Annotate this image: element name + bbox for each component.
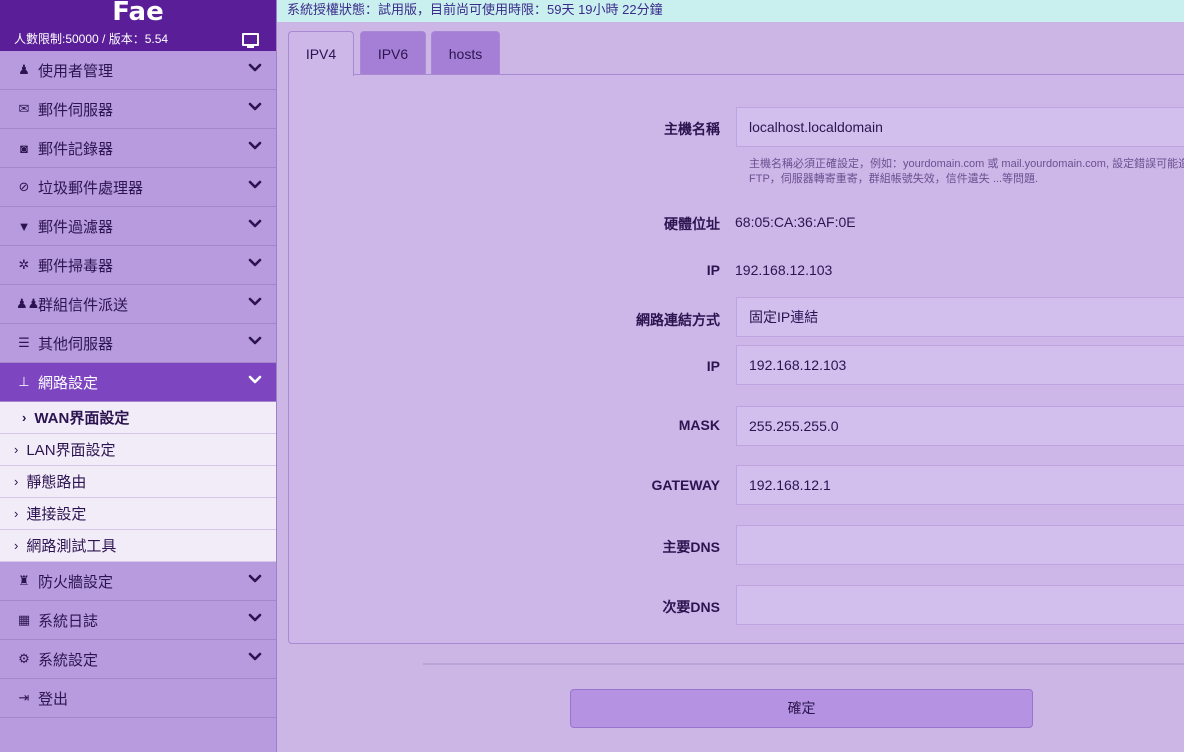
menu-item-label: 郵件過濾器 [38, 218, 114, 236]
submenu-item-label: LAN界面設定 [26, 442, 116, 459]
menu-item-label: 登出 [38, 690, 69, 708]
confirm-button[interactable]: 確定 [570, 689, 1033, 728]
cogs-icon: ⚙ [18, 651, 30, 666]
tab-ipv4[interactable]: IPV4 [288, 31, 354, 76]
camera-icon: ◙ [20, 140, 28, 156]
users-icon: ♟♟ [16, 296, 40, 311]
bug-icon: ✲ [18, 257, 30, 272]
chevron-down-icon [248, 102, 262, 111]
license-info: 人數限制:50000 / 版本：5.54 [0, 30, 276, 51]
tab-ipv6[interactable]: IPV6 [360, 31, 426, 74]
divider [423, 663, 1184, 665]
menu-item-label: 使用者管理 [38, 62, 114, 80]
hostname-hint: 主機名稱必須正確設定，例如：yourdomain.com 或 mail.your… [749, 158, 1184, 185]
primary-dns-label: 主要DNS [662, 539, 720, 555]
menu-item-b1[interactable]: ▦ 系統日誌 [0, 601, 276, 640]
submenu-item-label: 靜態路由 [26, 474, 87, 491]
ip-label: IP [706, 262, 720, 278]
monitor-icon[interactable] [242, 33, 259, 48]
menu-item-7[interactable]: ☰ 其他伺服器 [0, 324, 276, 363]
sitemap-icon: ⊥ [18, 374, 30, 389]
submenu-item-4[interactable]: › 網路測試工具 [0, 530, 276, 562]
hostname-label: 主機名稱 [664, 121, 720, 137]
menu-item-label: 網路設定 [38, 374, 99, 392]
envelope-icon: ✉ [18, 101, 30, 116]
submenu-item-3[interactable]: › 連接設定 [0, 498, 276, 530]
submenu-item-2[interactable]: › 靜態路由 [0, 466, 276, 498]
menu-item-0[interactable]: ♟ 使用者管理 [0, 51, 276, 90]
menu-item-label: 垃圾郵件處理器 [38, 179, 144, 197]
chevron-down-icon [248, 336, 262, 345]
static-ip-field[interactable]: 192.168.12.103 [736, 345, 1184, 385]
menu-item-label: 系統日誌 [38, 612, 99, 630]
chevron-down-icon [248, 180, 262, 189]
menu-item-label: 郵件記錄器 [38, 140, 114, 158]
menu-item-label: 郵件掃毒器 [38, 257, 114, 275]
primary-dns-field[interactable] [736, 525, 1184, 565]
chevron-down-icon [248, 652, 262, 661]
filter-icon: ▼ [17, 218, 31, 234]
chevron-down-icon [248, 219, 262, 228]
menu-item-3[interactable]: ⊘ 垃圾郵件處理器 [0, 168, 276, 207]
chevron-right-icon: › [14, 442, 19, 457]
chevron-right-icon: › [14, 474, 19, 489]
chevron-down-icon [248, 141, 262, 150]
menu-item-b0[interactable]: ♜ 防火牆設定 [0, 562, 276, 601]
menu-item-b2[interactable]: ⚙ 系統設定 [0, 640, 276, 679]
chevron-right-icon: › [14, 538, 19, 553]
chevron-down-icon [248, 297, 262, 306]
user-icon: ♟ [18, 62, 30, 77]
menu-item-b3[interactable]: ⇥ 登出 [0, 679, 276, 718]
menu-item-label: 其他伺服器 [38, 335, 114, 353]
menu-item-6[interactable]: ♟♟ 群組信件派送 [0, 285, 276, 324]
hostname-field[interactable]: localhost.localdomain [736, 107, 1184, 147]
menu-item-label: 防火牆設定 [38, 573, 114, 591]
menu-item-4[interactable]: ▼ 郵件過濾器 [0, 207, 276, 246]
chevron-down-icon [248, 574, 262, 583]
submenu-item-0[interactable]: › WAN界面設定 [0, 402, 276, 434]
menu-item-8[interactable]: ⊥ 網路設定 [0, 363, 276, 402]
secondary-dns-label: 次要DNS [662, 599, 720, 615]
license-status-bar: 系統授權狀態：試用版，目前尚可使用時限：59天 19小時 22分鐘 [277, 0, 1184, 22]
secondary-dns-field[interactable] [736, 585, 1184, 625]
menu-item-label: 郵件伺服器 [38, 101, 114, 119]
connection-label: 網路連結方式 [636, 312, 720, 328]
sidebar: Fae 人數限制:50000 / 版本：5.54 ♟ 使用者管理 ✉ 郵件伺服器 ◙ 郵件… [0, 0, 277, 752]
menu-item-label: 系統設定 [38, 651, 99, 669]
tab-hosts[interactable]: hosts [431, 31, 500, 74]
chevron-down-icon [248, 613, 262, 622]
license-text: 人數限制:50000 / 版本：5.54 [14, 32, 169, 46]
gateway-field[interactable]: 192.168.12.1 [736, 465, 1184, 505]
mac-value: 68:05:CA:36:AF:0E [735, 214, 856, 230]
server-icon: ☰ [18, 335, 30, 350]
castle-icon: ♜ [18, 573, 30, 588]
chevron-down-icon [248, 375, 262, 384]
chevron-right-icon: › [22, 410, 27, 425]
menu-item-label: 群組信件派送 [38, 296, 129, 314]
mask-label: MASK [678, 417, 720, 433]
gateway-label: GATEWAY [651, 477, 720, 493]
ban-icon: ⊘ [18, 179, 30, 194]
chevron-right-icon: › [14, 506, 19, 521]
menu-item-1[interactable]: ✉ 郵件伺服器 [0, 90, 276, 129]
connection-select[interactable]: 固定IP連結 [736, 297, 1184, 337]
signout-icon: ⇥ [18, 690, 30, 705]
chevron-down-icon [248, 63, 262, 72]
film-icon: ▦ [17, 612, 31, 627]
menu-item-2[interactable]: ◙ 郵件記錄器 [0, 129, 276, 168]
submenu-item-label: 連接設定 [26, 506, 87, 523]
brand-logo: Fae [0, 0, 276, 30]
static-ip-label: IP [706, 358, 720, 374]
chevron-down-icon [248, 258, 262, 267]
mask-field[interactable]: 255.255.255.0 [736, 406, 1184, 446]
submenu-item-label: WAN界面設定 [34, 410, 130, 427]
mac-label: 硬體位址 [664, 216, 720, 232]
submenu-item-label: 網路測試工具 [26, 538, 117, 555]
submenu-item-1[interactable]: › LAN界面設定 [0, 434, 276, 466]
menu-item-5[interactable]: ✲ 郵件掃毒器 [0, 246, 276, 285]
ip-value: 192.168.12.103 [735, 262, 833, 278]
